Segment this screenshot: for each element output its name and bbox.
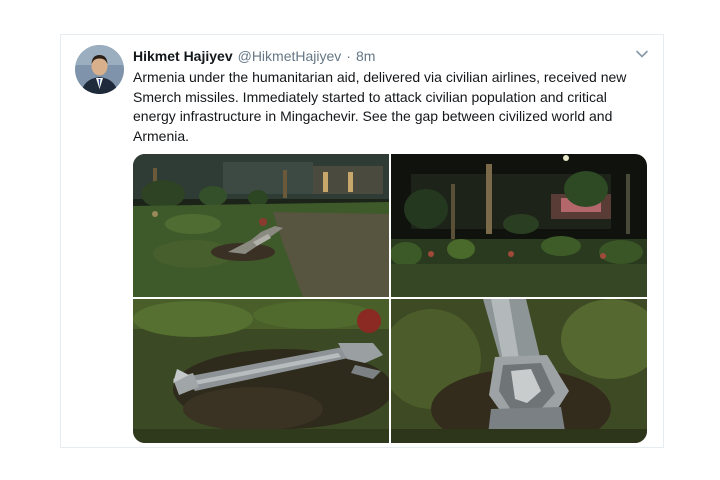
chevron-down-icon[interactable] bbox=[633, 45, 651, 63]
author-name[interactable]: Hikmet Hajiyev bbox=[133, 48, 233, 64]
photo-debris-closeup[interactable] bbox=[391, 299, 647, 443]
author-handle[interactable]: @HikmetHajiyev bbox=[238, 48, 342, 64]
separator: · bbox=[346, 48, 351, 64]
photo-missile-closeup[interactable] bbox=[133, 299, 389, 443]
media-grid bbox=[133, 154, 647, 443]
tweet-card[interactable]: Hikmet Hajiyev @HikmetHajiyev · 8m Armen… bbox=[60, 34, 664, 448]
timestamp[interactable]: 8m bbox=[356, 48, 375, 64]
tweet-text: Armenia under the humanitarian aid, deli… bbox=[133, 69, 627, 144]
avatar[interactable] bbox=[75, 45, 124, 94]
photo-crater-night[interactable] bbox=[133, 154, 389, 297]
tweet-header: Hikmet Hajiyev @HikmetHajiyev · 8m bbox=[133, 46, 633, 66]
photo-park-night[interactable] bbox=[391, 154, 647, 297]
